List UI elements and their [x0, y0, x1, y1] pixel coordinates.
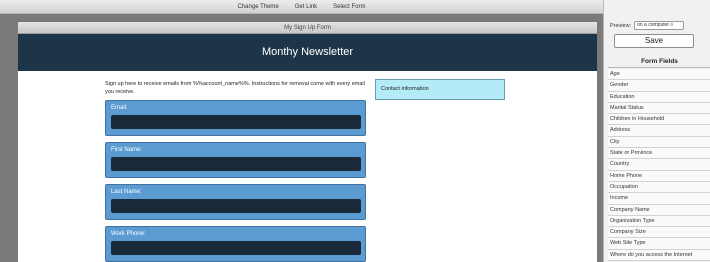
- preview-row: Preview: on a computer ◊: [610, 21, 685, 30]
- preview-select[interactable]: on a computer ◊: [634, 21, 685, 30]
- first-name-field[interactable]: [111, 157, 361, 171]
- form-field-item[interactable]: Company Size: [608, 227, 710, 239]
- form-field-item[interactable]: Marital Status: [608, 102, 710, 115]
- last-name-field[interactable]: [111, 199, 361, 213]
- form-field-item[interactable]: Education: [608, 91, 710, 103]
- form-field-item[interactable]: Gender: [608, 80, 710, 92]
- form-field-item[interactable]: Web Site Type: [608, 238, 710, 250]
- work-phone-field[interactable]: [111, 241, 361, 255]
- change-theme-button[interactable]: Change Theme: [238, 4, 279, 10]
- get-link-button[interactable]: Get Link: [295, 4, 317, 10]
- contact-info-label: Contact information: [381, 86, 429, 92]
- form-field-item[interactable]: Children in Household: [608, 114, 710, 126]
- last-name-field-label: Last Name:: [111, 189, 142, 195]
- first-name-field-label: First Name:: [111, 147, 143, 153]
- contact-info-block[interactable]: Contact information: [375, 79, 505, 100]
- email-field[interactable]: [111, 115, 361, 129]
- form-field-item[interactable]: Occupation: [608, 181, 710, 194]
- banner-title: Monthy Newsletter: [261, 46, 354, 58]
- form-field-item[interactable]: Where do you access the Internet: [608, 249, 710, 262]
- form-window: My Sign Up Form Monthy Newsletter Sign u…: [18, 22, 597, 262]
- form-field-item[interactable]: City: [608, 136, 710, 149]
- form-fields-list: Age Gender Education Marital Status Children…: [608, 69, 710, 262]
- form-field-item[interactable]: Company Name: [608, 204, 710, 216]
- form-fields-header: Form Fields: [608, 58, 710, 68]
- form-field-item[interactable]: Address: [608, 125, 710, 137]
- newsletter-banner[interactable]: Monthy Newsletter: [18, 34, 597, 71]
- work-phone-field-label: Work Phone:: [111, 231, 146, 237]
- form-field-item[interactable]: Income: [608, 193, 710, 205]
- form-field-item[interactable]: State or Province: [608, 148, 710, 160]
- top-toolbar: Change Theme Get Link Select Form: [0, 0, 603, 14]
- last-name-field-block[interactable]: Last Name:: [105, 184, 366, 220]
- select-form-button[interactable]: Select Form: [333, 4, 365, 10]
- form-field-item[interactable]: Country: [608, 159, 710, 171]
- form-field-item[interactable]: Age: [608, 69, 710, 81]
- form-window-title: My Sign Up Form: [18, 22, 597, 34]
- form-field-item[interactable]: Organization Type: [608, 215, 710, 228]
- form-field-item[interactable]: Home Phone: [608, 170, 710, 182]
- intro-text[interactable]: Sign up here to receive emails from %%ac…: [105, 80, 370, 96]
- preview-label: Preview:: [610, 22, 632, 29]
- email-field-label: Email:: [111, 105, 128, 111]
- save-button[interactable]: Save: [614, 34, 694, 48]
- email-field-block[interactable]: Email:: [105, 100, 366, 136]
- first-name-field-block[interactable]: First Name:: [105, 142, 366, 178]
- work-phone-field-block[interactable]: Work Phone:: [105, 226, 366, 262]
- form-fields-panel: Preview: on a computer ◊ Save Form Field…: [603, 0, 710, 262]
